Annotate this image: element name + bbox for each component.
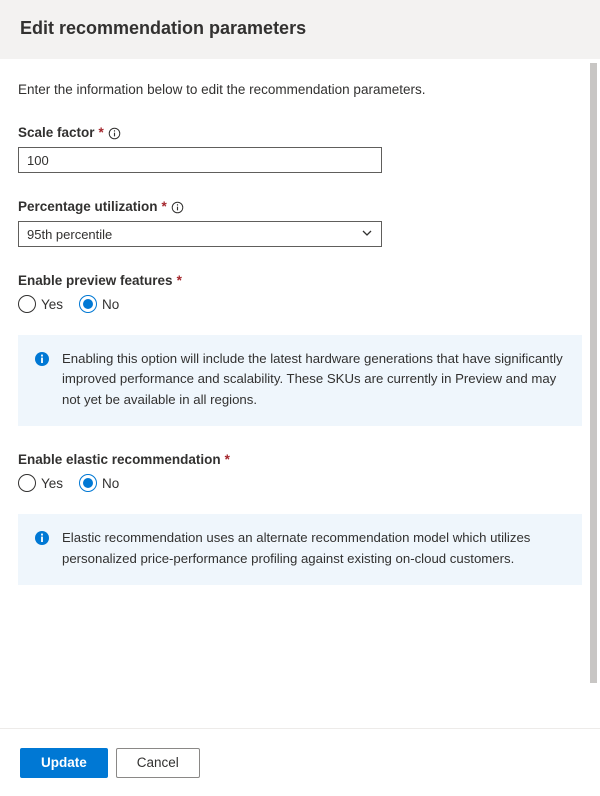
info-filled-icon <box>34 351 50 367</box>
percentage-utilization-value: 95th percentile <box>27 227 112 242</box>
enable-elastic-label-row: Enable elastic recommendation * <box>18 452 582 467</box>
enable-elastic-info-box: Elastic recommendation uses an alternate… <box>18 514 582 585</box>
required-asterisk: * <box>99 125 104 140</box>
chevron-down-icon <box>361 227 373 242</box>
enable-preview-label: Enable preview features <box>18 273 173 288</box>
update-button[interactable]: Update <box>20 748 108 778</box>
radio-icon <box>18 474 36 492</box>
cancel-button[interactable]: Cancel <box>116 748 200 778</box>
radio-label-no: No <box>102 476 119 491</box>
enable-preview-info-box: Enabling this option will include the la… <box>18 335 582 426</box>
page-title: Edit recommendation parameters <box>20 18 580 39</box>
enable-elastic-yes[interactable]: Yes <box>18 474 63 492</box>
field-percentage-utilization: Percentage utilization * 95th percentile <box>18 199 582 247</box>
info-filled-icon <box>34 530 50 546</box>
percentage-utilization-label: Percentage utilization <box>18 199 158 214</box>
info-icon[interactable] <box>171 199 184 214</box>
enable-preview-label-row: Enable preview features * <box>18 273 582 288</box>
radio-icon <box>79 474 97 492</box>
intro-text: Enter the information below to edit the … <box>18 82 582 97</box>
info-icon[interactable] <box>108 125 121 140</box>
scale-factor-label: Scale factor <box>18 125 95 140</box>
radio-label-yes: Yes <box>41 297 63 312</box>
radio-label-no: No <box>102 297 119 312</box>
required-asterisk: * <box>162 199 167 214</box>
required-asterisk: * <box>225 452 230 467</box>
percentage-utilization-label-row: Percentage utilization * <box>18 199 582 214</box>
enable-elastic-info-text: Elastic recommendation uses an alternate… <box>62 528 566 569</box>
enable-preview-no[interactable]: No <box>79 295 119 313</box>
enable-preview-info-text: Enabling this option will include the la… <box>62 349 566 410</box>
scale-factor-input[interactable] <box>18 147 382 173</box>
enable-elastic-label: Enable elastic recommendation <box>18 452 221 467</box>
radio-label-yes: Yes <box>41 476 63 491</box>
field-scale-factor: Scale factor * <box>18 125 582 173</box>
enable-elastic-no[interactable]: No <box>79 474 119 492</box>
percentage-utilization-select[interactable]: 95th percentile <box>18 221 382 247</box>
enable-preview-yes[interactable]: Yes <box>18 295 63 313</box>
content-scroll-area: Enter the information below to edit the … <box>0 58 600 728</box>
field-enable-preview: Enable preview features * Yes No Enablin… <box>18 273 582 426</box>
enable-preview-radio-group: Yes No <box>18 295 582 313</box>
enable-elastic-radio-group: Yes No <box>18 474 582 492</box>
panel-header: Edit recommendation parameters <box>0 0 600 59</box>
vertical-scrollbar[interactable] <box>590 63 597 683</box>
panel-footer: Update Cancel <box>0 728 600 796</box>
radio-icon <box>18 295 36 313</box>
required-asterisk: * <box>177 273 182 288</box>
scale-factor-label-row: Scale factor * <box>18 125 582 140</box>
form-content: Enter the information below to edit the … <box>0 58 600 585</box>
radio-icon <box>79 295 97 313</box>
field-enable-elastic: Enable elastic recommendation * Yes No E… <box>18 452 582 585</box>
